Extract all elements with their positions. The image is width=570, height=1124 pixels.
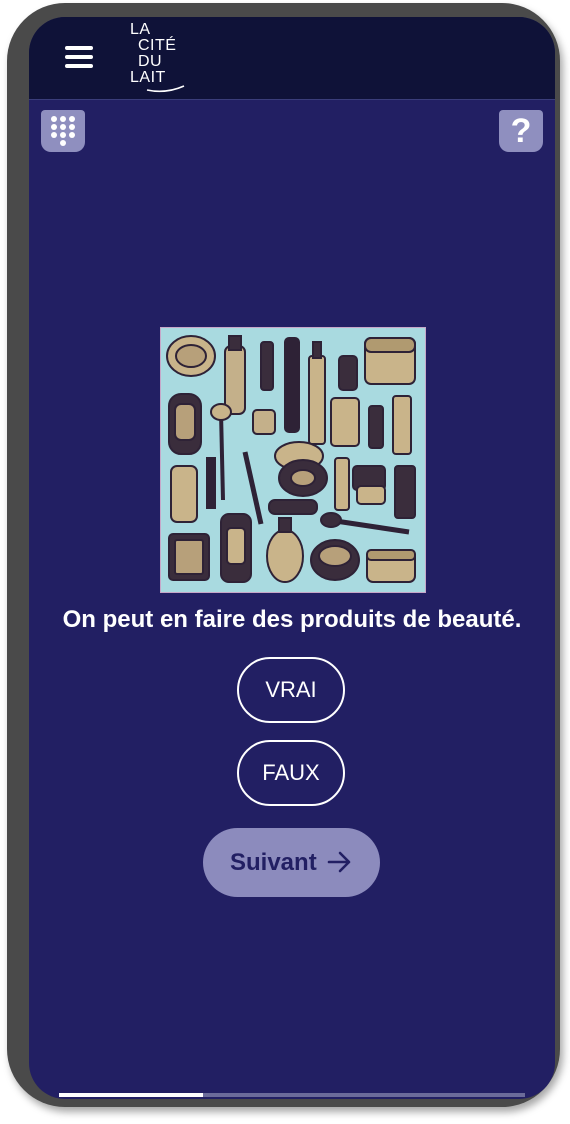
answer-false-button[interactable]: FAUX bbox=[237, 740, 345, 806]
arrow-right-icon bbox=[327, 851, 351, 873]
answer-true-button[interactable]: VRAI bbox=[237, 657, 345, 723]
phone-frame: LA CITÉ DU LAIT ? On peut en faire des p… bbox=[7, 3, 560, 1107]
logo-line: CITÉ bbox=[138, 37, 177, 54]
help-button[interactable]: ? bbox=[499, 110, 543, 152]
logo-line: DU bbox=[138, 53, 163, 70]
logo[interactable]: LA CITÉ DU LAIT bbox=[130, 20, 200, 96]
cosmetics-image bbox=[161, 328, 425, 592]
app-screen: LA CITÉ DU LAIT ? On peut en faire des p… bbox=[29, 17, 555, 1099]
menu-icon[interactable] bbox=[65, 46, 93, 68]
top-bar: LA CITÉ DU LAIT bbox=[29, 17, 555, 100]
logo-swoosh-icon bbox=[146, 85, 185, 93]
progress-fill bbox=[59, 1093, 204, 1097]
logo-line: LA bbox=[130, 21, 151, 38]
next-button-label: Suivant bbox=[230, 849, 317, 876]
keypad-button[interactable] bbox=[41, 110, 85, 152]
cosmetics-illustration bbox=[160, 327, 426, 593]
progress-bar bbox=[59, 1093, 525, 1097]
question-text: On peut en faire des produits de beauté. bbox=[62, 606, 522, 633]
keypad-icon bbox=[51, 116, 75, 146]
next-button[interactable]: Suivant bbox=[203, 828, 380, 897]
